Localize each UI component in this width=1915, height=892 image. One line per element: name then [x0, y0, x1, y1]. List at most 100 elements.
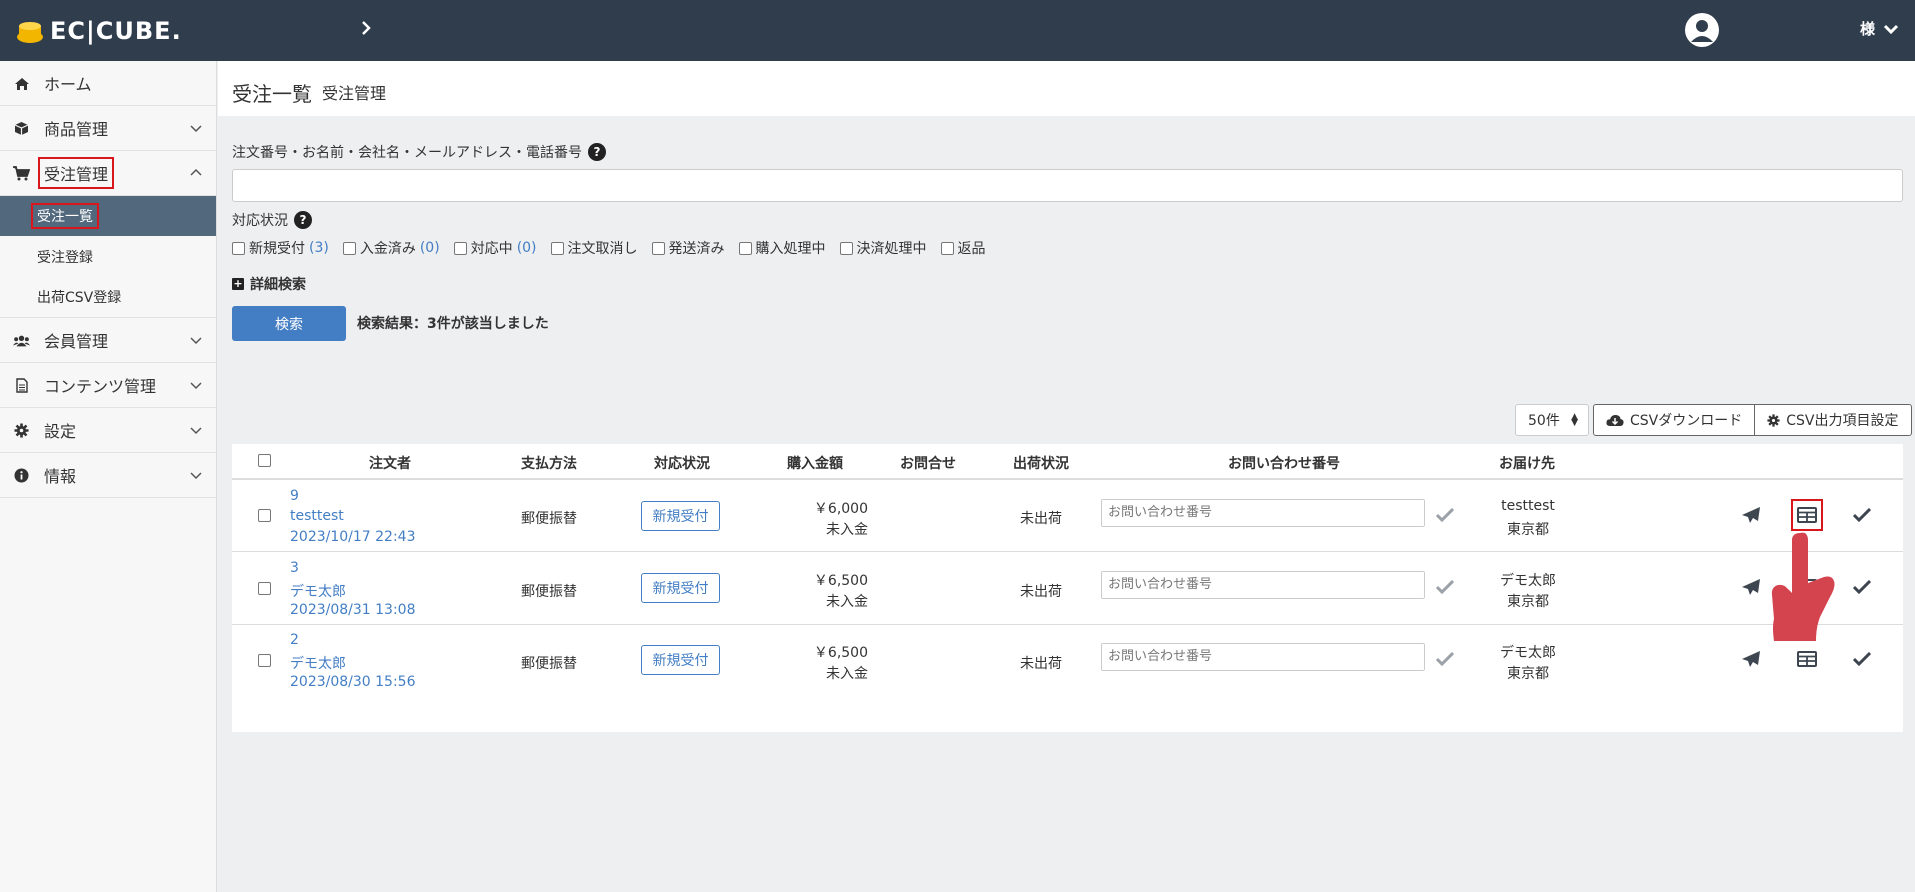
chevron-down-icon [1883, 24, 1899, 34]
inquiry-number-input[interactable]: お問い合わせ番号 [1101, 499, 1425, 527]
status-checkbox-settling[interactable]: 決済処理中 [839, 238, 927, 258]
customer-name-link[interactable]: デモ太郎 [290, 581, 346, 601]
row-checkbox[interactable] [258, 509, 271, 522]
order-number-link[interactable]: 2 [290, 632, 299, 648]
help-icon[interactable]: ? [294, 211, 312, 229]
checkbox[interactable] [342, 241, 356, 255]
sidebar-item-label: ホーム [44, 75, 92, 94]
sidebar-toggle-button[interactable] [356, 16, 376, 40]
send-mail-button[interactable] [1737, 573, 1765, 601]
page-title: 受注一覧 [232, 82, 312, 106]
search-label: 注文番号・お名前・会社名・メールアドレス・電話番号 ? [232, 142, 606, 162]
checkbox[interactable] [651, 241, 665, 255]
help-icon[interactable]: ? [588, 143, 606, 161]
payment-method: 郵便振替 [521, 511, 577, 527]
column-header-shipping[interactable]: 出荷状況 [1013, 453, 1069, 473]
check-icon [1436, 580, 1454, 594]
column-header-payment[interactable]: 支払方法 [521, 453, 577, 473]
save-inquiry-button[interactable] [1431, 645, 1459, 673]
chevron-right-icon [362, 21, 371, 35]
order-date[interactable]: 2023/10/17 22:43 [290, 529, 416, 545]
check-icon [1436, 508, 1454, 522]
sidebar-item-label: コンテンツ管理 [44, 377, 157, 396]
column-header-status[interactable]: 対応状況 [654, 453, 710, 473]
user-icon [1691, 20, 1713, 42]
logo[interactable]: EC|CUBE. [16, 16, 182, 46]
status-checkbox-cancelled[interactable]: 注文取消し [550, 238, 638, 258]
sidebar-item-settings[interactable]: 設定 [0, 408, 216, 453]
checkbox[interactable] [940, 241, 954, 255]
cloud-download-icon [1606, 414, 1624, 426]
sidebar-item-label: 受注管理 [37, 157, 115, 189]
column-header-amount[interactable]: 購入金額 [787, 453, 843, 473]
csv-download-button[interactable]: CSVダウンロード [1594, 405, 1754, 435]
chevron-down-icon [190, 125, 202, 133]
table-header-divider [232, 478, 1903, 480]
cart-icon [13, 165, 30, 182]
advanced-search-toggle[interactable]: + 詳細検索 [232, 274, 306, 294]
sidebar-item-label: 会員管理 [44, 332, 109, 351]
order-detail-button[interactable] [1793, 645, 1821, 673]
shipping-state: 未出荷 [1020, 511, 1062, 527]
save-inquiry-button[interactable] [1431, 573, 1459, 601]
complete-shipping-button[interactable] [1848, 501, 1876, 529]
user-avatar[interactable] [1685, 13, 1719, 47]
sidebar-item-products[interactable]: 商品管理 [0, 106, 216, 151]
order-number-link[interactable]: 9 [290, 488, 299, 504]
sidebar-item-info[interactable]: 情報 [0, 453, 216, 498]
search-result-text: 検索結果：3件が該当しました [357, 316, 549, 332]
save-inquiry-button[interactable] [1431, 501, 1459, 529]
status-badge[interactable]: 新規受付 [641, 573, 720, 603]
status-checkbox-in-progress[interactable]: 対応中 (0) [453, 238, 537, 258]
shipping-state: 未出荷 [1020, 584, 1062, 600]
user-menu[interactable]: 様 [1860, 18, 1899, 39]
plus-square-icon: + [232, 277, 244, 290]
checkbox[interactable] [839, 241, 853, 255]
sidebar-subitem-order-list[interactable]: 受注一覧 [0, 196, 216, 236]
complete-shipping-button[interactable] [1848, 573, 1876, 601]
order-detail-button[interactable] [1791, 499, 1823, 531]
inquiry-number-input[interactable]: お問い合わせ番号 [1101, 643, 1425, 671]
customer-name-link[interactable]: デモ太郎 [290, 653, 346, 673]
chevron-down-icon [190, 427, 202, 435]
per-page-select[interactable]: 50件 ▲ ▼ [1515, 404, 1589, 436]
sidebar-item-orders[interactable]: 受注管理 [0, 151, 216, 196]
column-header-customer[interactable]: 注文者 [369, 453, 411, 473]
status-checkbox-shipped[interactable]: 発送済み [651, 238, 725, 258]
checkbox[interactable] [453, 241, 467, 255]
page-header [218, 61, 1915, 116]
status-checkbox-new[interactable]: 新規受付 (3) [232, 238, 329, 258]
search-input[interactable] [232, 169, 1903, 202]
sidebar-item-members[interactable]: 会員管理 [0, 318, 216, 363]
status-checkbox-purchasing[interactable]: 購入処理中 [738, 238, 826, 258]
inquiry-number-input[interactable]: お問い合わせ番号 [1101, 571, 1425, 599]
customer-name-link[interactable]: testtest [290, 508, 344, 524]
order-date[interactable]: 2023/08/30 15:56 [290, 674, 416, 690]
status-checkbox-paid[interactable]: 入金済み (0) [342, 238, 440, 258]
sidebar-item-contents[interactable]: コンテンツ管理 [0, 363, 216, 408]
checkbox[interactable] [232, 241, 245, 255]
status-badge[interactable]: 新規受付 [641, 645, 720, 675]
complete-shipping-button[interactable] [1848, 645, 1876, 673]
sidebar-item-home[interactable]: ホーム [0, 61, 216, 106]
checkbox[interactable] [738, 241, 752, 255]
send-mail-button[interactable] [1737, 501, 1765, 529]
order-number-link[interactable]: 3 [290, 560, 299, 576]
status-badge[interactable]: 新規受付 [641, 501, 720, 531]
row-checkbox[interactable] [258, 582, 271, 595]
status-checkbox-returned[interactable]: 返品 [940, 238, 986, 258]
search-label-text: 注文番号・お名前・会社名・メールアドレス・電話番号 [232, 145, 582, 161]
order-date[interactable]: 2023/08/31 13:08 [290, 602, 416, 618]
sidebar: ホーム 商品管理 受注管理 受注一覧 受注登録 出荷CSV登録 会員管理 コンテ… [0, 61, 217, 892]
sidebar-item-label: 設定 [44, 422, 77, 441]
sidebar-subitem-shipping-csv[interactable]: 出荷CSV登録 [0, 277, 216, 318]
sidebar-subitem-order-register[interactable]: 受注登録 [0, 236, 216, 277]
select-all-checkbox[interactable] [258, 454, 271, 467]
row-checkbox[interactable] [258, 654, 271, 667]
checkbox[interactable] [550, 241, 564, 255]
csv-settings-button[interactable]: CSV出力項目設定 [1754, 405, 1910, 435]
column-header-inquiry-number: お問い合わせ番号 [1228, 456, 1340, 472]
send-mail-button[interactable] [1737, 645, 1765, 673]
search-button[interactable]: 検索 [232, 306, 346, 341]
destination-name: デモ太郎 [1500, 573, 1556, 589]
